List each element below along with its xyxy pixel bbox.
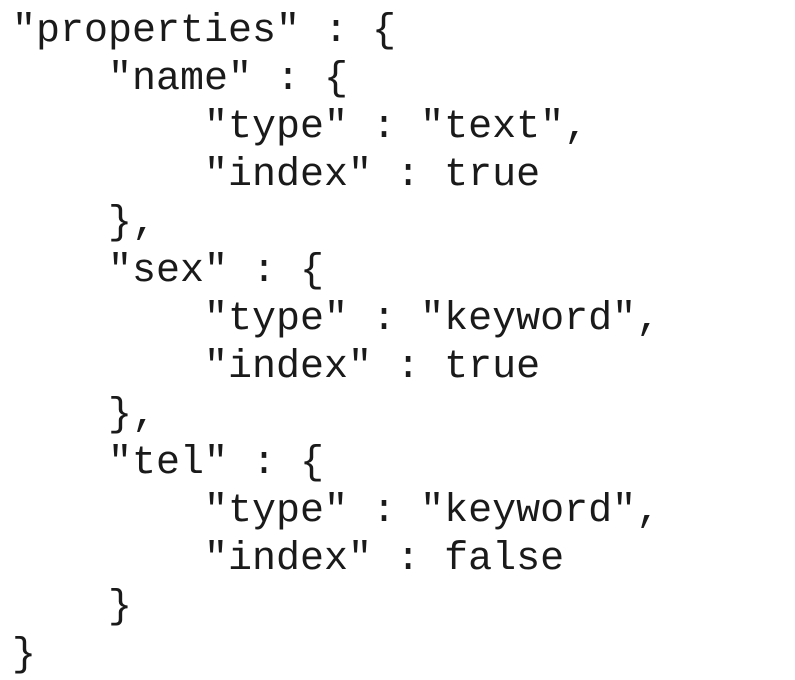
code-line: }, <box>12 201 157 246</box>
code-line: } <box>12 585 133 630</box>
code-line: "sex" : { <box>12 249 325 294</box>
code-snippet: "properties" : { "name" : { "type" : "te… <box>12 8 660 680</box>
code-line: "name" : { <box>12 57 349 102</box>
code-line: "type" : "keyword", <box>12 297 661 342</box>
code-line: "index" : true <box>12 153 541 198</box>
code-line: }, <box>12 393 157 438</box>
code-line: "type" : "text", <box>12 105 589 150</box>
code-line: "index" : false <box>12 537 565 582</box>
code-line: "type" : "keyword", <box>12 489 661 534</box>
code-line: "index" : true <box>12 345 541 390</box>
code-line: } <box>12 633 37 678</box>
code-line: "tel" : { <box>12 441 325 486</box>
code-line: "properties" : { <box>12 9 397 54</box>
